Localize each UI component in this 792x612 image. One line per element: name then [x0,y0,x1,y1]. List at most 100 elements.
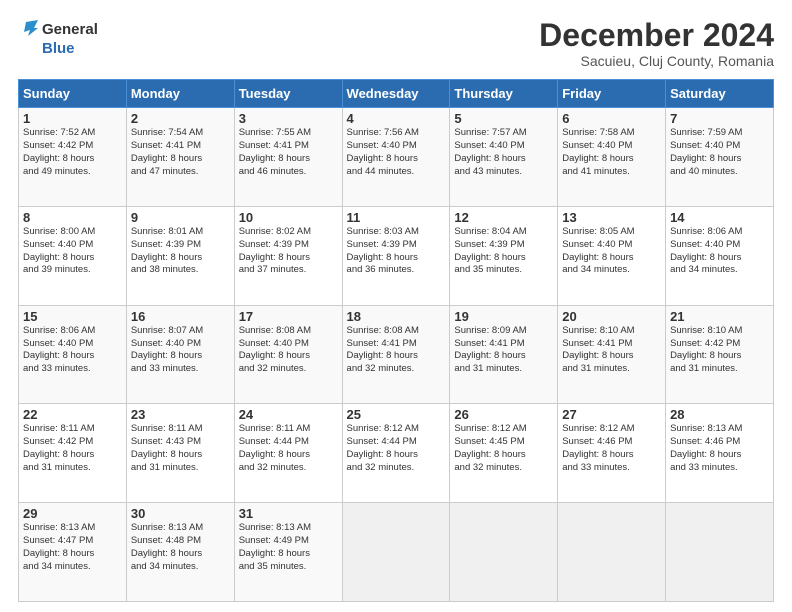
calendar-day-cell: 12Sunrise: 8:04 AMSunset: 4:39 PMDayligh… [450,206,558,305]
calendar-day-cell: 17Sunrise: 8:08 AMSunset: 4:40 PMDayligh… [234,305,342,404]
day-number: 22 [23,407,122,422]
day-number: 15 [23,309,122,324]
day-number: 8 [23,210,122,225]
day-details: Sunrise: 7:52 AMSunset: 4:42 PMDaylight:… [23,127,122,178]
day-details: Sunrise: 8:04 AMSunset: 4:39 PMDaylight:… [454,226,553,277]
day-details: Sunrise: 8:08 AMSunset: 4:40 PMDaylight:… [239,325,338,376]
calendar-day-cell: 15Sunrise: 8:06 AMSunset: 4:40 PMDayligh… [19,305,127,404]
day-number: 5 [454,111,553,126]
page: General Blue December 2024 Sacuieu, Cluj… [0,0,792,612]
day-number: 1 [23,111,122,126]
day-details: Sunrise: 8:11 AMSunset: 4:42 PMDaylight:… [23,423,122,474]
day-details: Sunrise: 8:10 AMSunset: 4:41 PMDaylight:… [562,325,661,376]
day-details: Sunrise: 8:06 AMSunset: 4:40 PMDaylight:… [670,226,769,277]
calendar-day-cell [450,503,558,602]
day-number: 6 [562,111,661,126]
calendar-day-cell: 27Sunrise: 8:12 AMSunset: 4:46 PMDayligh… [558,404,666,503]
calendar-day-cell: 26Sunrise: 8:12 AMSunset: 4:45 PMDayligh… [450,404,558,503]
calendar-day-cell [666,503,774,602]
day-details: Sunrise: 8:13 AMSunset: 4:48 PMDaylight:… [131,522,230,573]
subtitle: Sacuieu, Cluj County, Romania [539,53,774,69]
weekday-header-cell: Sunday [19,80,127,108]
logo-bird-icon [18,18,40,40]
day-details: Sunrise: 8:11 AMSunset: 4:43 PMDaylight:… [131,423,230,474]
calendar-week-row: 29Sunrise: 8:13 AMSunset: 4:47 PMDayligh… [19,503,774,602]
calendar-day-cell: 31Sunrise: 8:13 AMSunset: 4:49 PMDayligh… [234,503,342,602]
day-details: Sunrise: 7:55 AMSunset: 4:41 PMDaylight:… [239,127,338,178]
day-details: Sunrise: 8:08 AMSunset: 4:41 PMDaylight:… [347,325,446,376]
calendar-day-cell: 28Sunrise: 8:13 AMSunset: 4:46 PMDayligh… [666,404,774,503]
day-details: Sunrise: 8:12 AMSunset: 4:46 PMDaylight:… [562,423,661,474]
day-number: 24 [239,407,338,422]
calendar-day-cell: 14Sunrise: 8:06 AMSunset: 4:40 PMDayligh… [666,206,774,305]
day-number: 29 [23,506,122,521]
day-details: Sunrise: 8:00 AMSunset: 4:40 PMDaylight:… [23,226,122,277]
day-details: Sunrise: 8:07 AMSunset: 4:40 PMDaylight:… [131,325,230,376]
day-details: Sunrise: 8:10 AMSunset: 4:42 PMDaylight:… [670,325,769,376]
calendar-day-cell: 20Sunrise: 8:10 AMSunset: 4:41 PMDayligh… [558,305,666,404]
day-details: Sunrise: 7:59 AMSunset: 4:40 PMDaylight:… [670,127,769,178]
day-details: Sunrise: 8:13 AMSunset: 4:46 PMDaylight:… [670,423,769,474]
day-number: 3 [239,111,338,126]
weekday-header-cell: Wednesday [342,80,450,108]
calendar-week-row: 1Sunrise: 7:52 AMSunset: 4:42 PMDaylight… [19,108,774,207]
calendar-day-cell: 23Sunrise: 8:11 AMSunset: 4:43 PMDayligh… [126,404,234,503]
calendar-day-cell: 22Sunrise: 8:11 AMSunset: 4:42 PMDayligh… [19,404,127,503]
calendar-day-cell: 18Sunrise: 8:08 AMSunset: 4:41 PMDayligh… [342,305,450,404]
day-number: 19 [454,309,553,324]
calendar-day-cell: 6Sunrise: 7:58 AMSunset: 4:40 PMDaylight… [558,108,666,207]
weekday-header-cell: Friday [558,80,666,108]
day-number: 16 [131,309,230,324]
day-details: Sunrise: 7:57 AMSunset: 4:40 PMDaylight:… [454,127,553,178]
calendar-day-cell [342,503,450,602]
day-number: 26 [454,407,553,422]
day-details: Sunrise: 8:13 AMSunset: 4:47 PMDaylight:… [23,522,122,573]
day-number: 21 [670,309,769,324]
main-title: December 2024 [539,18,774,53]
day-number: 2 [131,111,230,126]
calendar-day-cell: 30Sunrise: 8:13 AMSunset: 4:48 PMDayligh… [126,503,234,602]
calendar-day-cell: 21Sunrise: 8:10 AMSunset: 4:42 PMDayligh… [666,305,774,404]
day-number: 17 [239,309,338,324]
calendar-week-row: 8Sunrise: 8:00 AMSunset: 4:40 PMDaylight… [19,206,774,305]
calendar-day-cell: 3Sunrise: 7:55 AMSunset: 4:41 PMDaylight… [234,108,342,207]
calendar-day-cell: 11Sunrise: 8:03 AMSunset: 4:39 PMDayligh… [342,206,450,305]
calendar-day-cell: 8Sunrise: 8:00 AMSunset: 4:40 PMDaylight… [19,206,127,305]
calendar-day-cell: 5Sunrise: 7:57 AMSunset: 4:40 PMDaylight… [450,108,558,207]
day-details: Sunrise: 8:13 AMSunset: 4:49 PMDaylight:… [239,522,338,573]
day-number: 23 [131,407,230,422]
title-block: December 2024 Sacuieu, Cluj County, Roma… [539,18,774,69]
weekday-header-cell: Monday [126,80,234,108]
day-details: Sunrise: 8:12 AMSunset: 4:44 PMDaylight:… [347,423,446,474]
calendar-day-cell: 19Sunrise: 8:09 AMSunset: 4:41 PMDayligh… [450,305,558,404]
calendar-day-cell: 16Sunrise: 8:07 AMSunset: 4:40 PMDayligh… [126,305,234,404]
weekday-header-cell: Thursday [450,80,558,108]
day-number: 30 [131,506,230,521]
day-number: 18 [347,309,446,324]
weekday-header-row: SundayMondayTuesdayWednesdayThursdayFrid… [19,80,774,108]
calendar-day-cell: 13Sunrise: 8:05 AMSunset: 4:40 PMDayligh… [558,206,666,305]
header: General Blue December 2024 Sacuieu, Cluj… [18,18,774,69]
day-number: 12 [454,210,553,225]
calendar-table: SundayMondayTuesdayWednesdayThursdayFrid… [18,79,774,602]
weekday-header-cell: Saturday [666,80,774,108]
day-number: 10 [239,210,338,225]
day-details: Sunrise: 8:05 AMSunset: 4:40 PMDaylight:… [562,226,661,277]
calendar-week-row: 15Sunrise: 8:06 AMSunset: 4:40 PMDayligh… [19,305,774,404]
day-number: 25 [347,407,446,422]
calendar-day-cell: 2Sunrise: 7:54 AMSunset: 4:41 PMDaylight… [126,108,234,207]
calendar-day-cell: 9Sunrise: 8:01 AMSunset: 4:39 PMDaylight… [126,206,234,305]
calendar-body: 1Sunrise: 7:52 AMSunset: 4:42 PMDaylight… [19,108,774,602]
day-details: Sunrise: 8:11 AMSunset: 4:44 PMDaylight:… [239,423,338,474]
day-number: 27 [562,407,661,422]
calendar-day-cell: 29Sunrise: 8:13 AMSunset: 4:47 PMDayligh… [19,503,127,602]
weekday-header-cell: Tuesday [234,80,342,108]
calendar-day-cell: 7Sunrise: 7:59 AMSunset: 4:40 PMDaylight… [666,108,774,207]
logo-text-general: General [42,21,98,38]
day-number: 11 [347,210,446,225]
day-details: Sunrise: 8:12 AMSunset: 4:45 PMDaylight:… [454,423,553,474]
day-details: Sunrise: 7:56 AMSunset: 4:40 PMDaylight:… [347,127,446,178]
calendar-day-cell: 24Sunrise: 8:11 AMSunset: 4:44 PMDayligh… [234,404,342,503]
day-number: 31 [239,506,338,521]
day-details: Sunrise: 8:01 AMSunset: 4:39 PMDaylight:… [131,226,230,277]
